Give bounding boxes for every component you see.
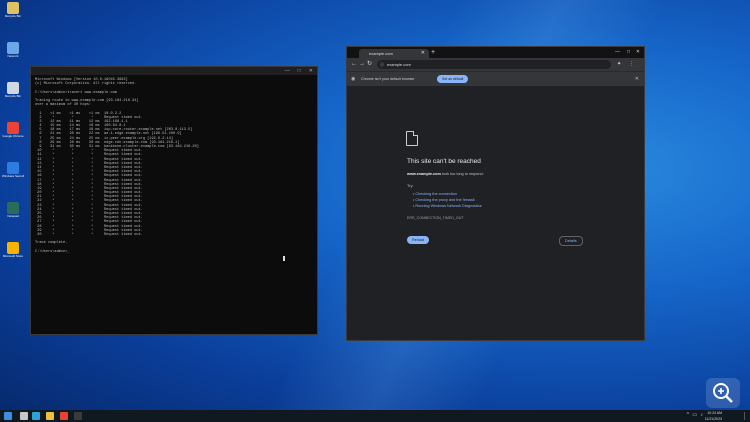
- address-bar[interactable]: ⓘ example.com: [377, 60, 611, 69]
- desktop-icon-label: Recycle Bin: [5, 14, 21, 18]
- app-icon: [7, 122, 19, 134]
- taskbar-start-icon[interactable]: [4, 412, 12, 420]
- desktop-icon-label: Google Chrome: [2, 134, 24, 138]
- show-desktop-button[interactable]: [744, 412, 748, 420]
- taskbar: ^ ▭ ♪ 10:24 AM 11/21/2023: [0, 410, 750, 422]
- site-info-icon[interactable]: ⓘ: [380, 60, 384, 69]
- desktop-icon[interactable]: Recycle Bin: [2, 82, 24, 110]
- browser-tab[interactable]: example.com ✕: [359, 49, 429, 58]
- taskbar-chrome-icon[interactable]: [60, 412, 68, 420]
- error-message: took too long to respond.: [441, 172, 484, 176]
- text-cursor: [283, 256, 285, 261]
- error-description: www.example.com took too long to respond…: [407, 172, 484, 176]
- menu-icon[interactable]: ⋮: [629, 60, 634, 69]
- command-prompt-window[interactable]: — □ ✕ Microsoft Windows [Version 10.0.19…: [30, 66, 318, 335]
- browser-toolbar: ← → ↻ ⓘ example.com ✦ ⋮: [347, 58, 644, 71]
- details-button[interactable]: Details: [559, 236, 583, 246]
- app-icon: [7, 42, 19, 54]
- set-default-button[interactable]: Set as default: [437, 75, 469, 83]
- back-icon[interactable]: ←: [351, 60, 357, 69]
- desktop-icon-label: Windows Security: [2, 174, 24, 178]
- desktop-icon[interactable]: Google Chrome: [2, 122, 24, 150]
- desktop-icon-label: Network: [7, 54, 19, 58]
- minimize-icon[interactable]: —: [615, 48, 620, 57]
- infobar-close-icon[interactable]: ✕: [635, 72, 639, 86]
- chrome-icon: ◉: [351, 76, 356, 82]
- desktop-icon[interactable]: Network: [2, 42, 24, 70]
- taskbar-edge-icon[interactable]: [32, 412, 40, 420]
- app-icon: [7, 2, 19, 14]
- terminal-output[interactable]: Microsoft Windows [Version 10.0.19045.36…: [31, 75, 317, 331]
- magnifier-button[interactable]: [706, 378, 740, 408]
- terminal-line: C:\Users\admin>_: [35, 249, 70, 254]
- app-icon: [7, 202, 19, 214]
- default-browser-infobar: ◉ Chrome isn't your default browser Set …: [347, 71, 644, 86]
- zoom-in-icon: [713, 383, 733, 403]
- taskbar-terminal-icon[interactable]: [74, 412, 82, 420]
- close-icon[interactable]: ✕: [309, 67, 313, 75]
- error-code: ERR_CONNECTION_TIMED_OUT: [407, 216, 464, 220]
- clock[interactable]: 10:24 AM 11/21/2023: [705, 410, 722, 422]
- suggestion-link[interactable]: Running Windows Network Diagnostics: [413, 203, 481, 209]
- url-text: example.com: [387, 62, 411, 67]
- desktop-icon[interactable]: Notepad: [2, 202, 24, 230]
- desktop-icon[interactable]: Windows Security: [2, 162, 24, 190]
- app-icon: [7, 82, 19, 94]
- suggestion-list: Checking the connection Checking the pro…: [413, 191, 481, 209]
- error-page: This site can't be reached www.example.c…: [347, 86, 644, 340]
- tab-title: example.com: [369, 51, 393, 56]
- clock-date: 11/21/2023: [704, 417, 722, 421]
- error-host: www.example.com: [407, 172, 441, 176]
- maximize-icon[interactable]: □: [627, 48, 630, 57]
- desktop-icon[interactable]: Recycle Bin: [2, 2, 24, 30]
- minimize-icon[interactable]: —: [285, 67, 290, 75]
- reload-button[interactable]: Reload: [407, 236, 430, 244]
- maximize-icon[interactable]: □: [298, 67, 301, 75]
- error-heading: This site can't be reached: [407, 158, 481, 165]
- desktop-icon[interactable]: Microsoft Store: [2, 242, 24, 270]
- infobar-text: Chrome isn't your default browser: [361, 77, 415, 81]
- app-icon: [7, 162, 19, 174]
- chrome-window[interactable]: example.com ✕ + — □ ✕ ← → ↻ ⓘ example.co…: [346, 46, 645, 341]
- terminal-title-bar[interactable]: — □ ✕: [31, 67, 317, 75]
- new-tab-button[interactable]: +: [431, 48, 435, 57]
- tab-close-icon[interactable]: ✕: [421, 49, 425, 58]
- system-tray-icons[interactable]: ^ ▭ ♪: [687, 412, 704, 418]
- taskbar-search-icon[interactable]: [20, 412, 28, 420]
- reload-icon[interactable]: ↻: [367, 60, 372, 69]
- app-icon: [7, 242, 19, 254]
- desktop-icon-label: Recycle Bin: [5, 94, 21, 98]
- extensions-icon[interactable]: ✦: [617, 60, 621, 69]
- sad-page-icon: [406, 131, 418, 146]
- desktop-icon-label: Notepad: [7, 214, 19, 218]
- desktop-icon-label: Microsoft Store: [2, 254, 24, 258]
- taskbar-explorer-icon[interactable]: [46, 412, 54, 420]
- tab-strip: example.com ✕ + — □ ✕: [347, 47, 644, 58]
- close-icon[interactable]: ✕: [636, 48, 640, 57]
- try-label: Try:: [407, 184, 414, 188]
- desktop-icons: Recycle Bin Network Recycle Bin Google Chro…: [2, 2, 24, 282]
- forward-icon[interactable]: →: [359, 60, 365, 69]
